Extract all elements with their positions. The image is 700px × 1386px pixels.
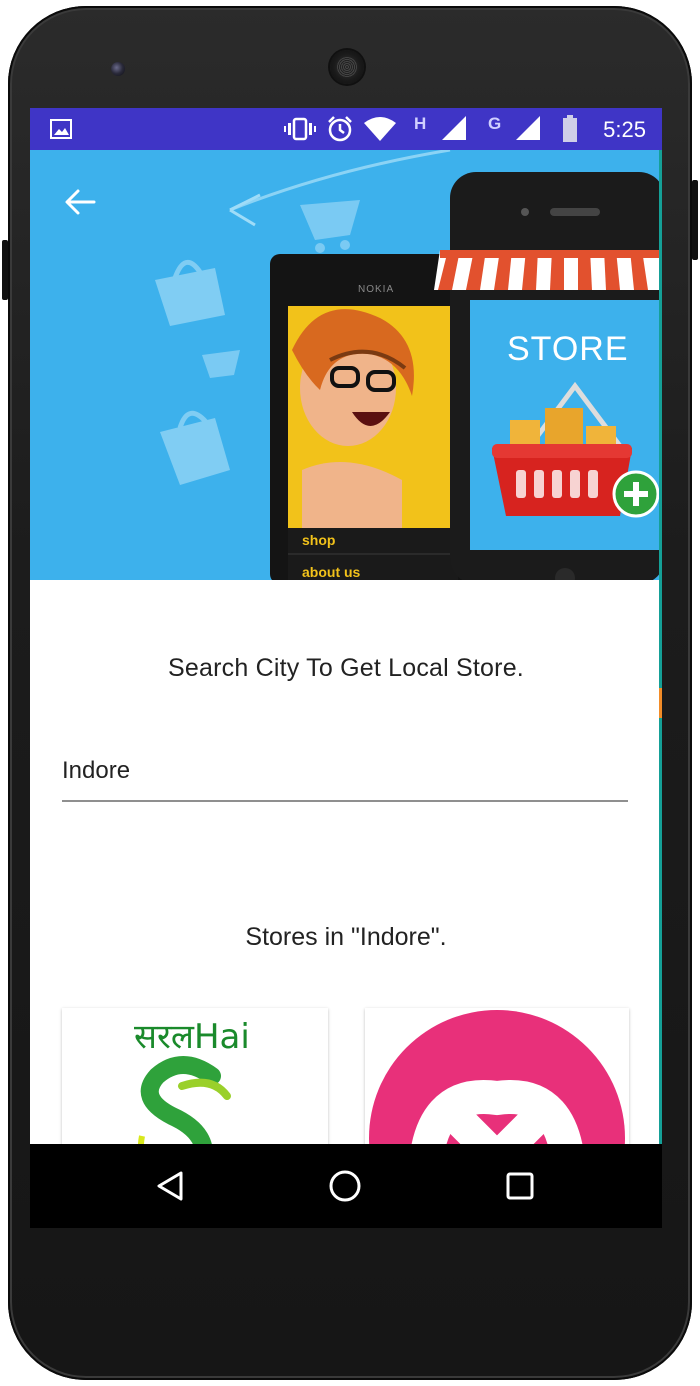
nav-home-button[interactable] — [321, 1162, 369, 1210]
status-bar: H G 5:25 — [30, 108, 662, 150]
left-phone-brand: NOKIA — [358, 284, 395, 295]
right-phone-image — [434, 172, 662, 580]
navigation-bar — [30, 1144, 662, 1228]
image-icon — [50, 108, 72, 150]
circle-home-icon — [329, 1170, 361, 1202]
cart-icon — [300, 200, 360, 253]
hero-banner: NOKIA shop about us STORE — [30, 150, 662, 580]
shopping-bag-icon-2 — [160, 410, 230, 485]
scroll-indicator — [659, 688, 662, 718]
signal-icon-2 — [516, 108, 542, 150]
left-phone-menu-about: about us — [302, 564, 361, 580]
volume-button — [2, 240, 8, 300]
store-sign: STORE — [507, 330, 629, 368]
left-phone-image — [270, 254, 470, 580]
status-time: 5:25 — [603, 117, 646, 142]
network-type-label-2: G — [488, 114, 502, 133]
earpiece-camera — [330, 50, 364, 84]
power-button — [692, 180, 698, 260]
alarm-icon — [326, 108, 354, 150]
signal-icon — [442, 108, 468, 150]
city-search-input[interactable] — [62, 742, 628, 802]
nav-back-button[interactable] — [146, 1162, 194, 1210]
vibrate-icon — [284, 108, 316, 150]
triangle-back-icon — [157, 1171, 183, 1201]
stores-list-title: Stores in "Indore". — [245, 923, 447, 951]
nav-recents-button[interactable] — [496, 1162, 544, 1210]
search-city-title: Search City To Get Local Store. — [168, 654, 524, 682]
awning — [434, 250, 662, 290]
back-button[interactable] — [56, 178, 104, 226]
wifi-icon — [364, 108, 396, 150]
shopping-bag-icon — [155, 260, 225, 326]
screen: H G 5:25 NOKIA shop about us STORE Searc… — [30, 108, 662, 1228]
square-recents-icon — [506, 1172, 534, 1200]
store-logo-text: सरलHai — [134, 1017, 250, 1057]
back-arrow-icon — [65, 189, 96, 215]
network-type-label: H — [414, 114, 427, 133]
left-phone-menu-shop: shop — [302, 532, 336, 548]
proximity-sensor — [111, 62, 125, 76]
battery-icon — [562, 108, 578, 150]
small-cart-icon — [202, 350, 240, 378]
